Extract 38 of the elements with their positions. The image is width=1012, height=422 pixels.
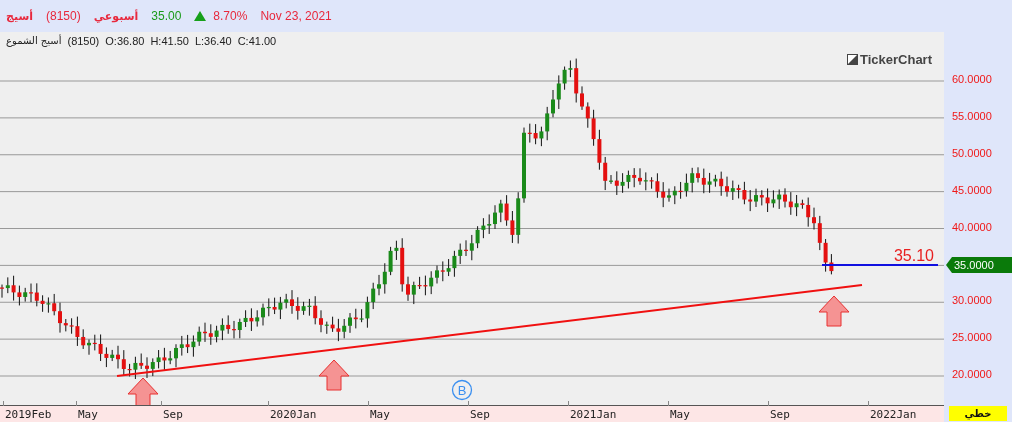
symbol-code: (8150) <box>46 9 81 23</box>
last-price: 35.00 <box>151 9 182 23</box>
change-percent: 8.70% <box>213 9 248 23</box>
up-arrow-icon <box>318 359 350 391</box>
up-arrow-icon <box>127 377 159 405</box>
symbol-name: أسيج <box>6 9 33 23</box>
axis-label: 60.0000 <box>952 73 992 85</box>
axis-label: 30.0000 <box>952 294 992 307</box>
price-tag: 35.0000 <box>946 257 1012 273</box>
ohlc-value: H:41.50 <box>150 35 189 47</box>
axis-label: 2019Feb <box>5 408 52 421</box>
logo-text: TickerChart <box>860 52 932 67</box>
axis-label: 20.0000 <box>952 368 992 380</box>
axis-label: 2022Jan <box>870 408 917 421</box>
axis-label: 40.0000 <box>952 220 992 233</box>
ohlc-value: L:36.40 <box>194 35 232 47</box>
axis-label: 2020Jan <box>270 408 317 421</box>
axis-label: Sep <box>770 408 790 421</box>
series-code: (8150) <box>67 35 100 47</box>
axis-label: May <box>78 408 98 421</box>
axis-label: 55.0000 <box>952 109 992 122</box>
interval-label: أسبوعي <box>93 9 139 23</box>
axis-label: 25.0000 <box>952 331 992 344</box>
axis-label: 50.0000 <box>952 146 992 159</box>
axis-label: 2021Jan <box>570 408 617 421</box>
axis-label: 45.0000 <box>952 183 992 196</box>
axis-label: Sep <box>163 408 183 421</box>
logo-icon <box>847 54 858 65</box>
ohlc-value: O:36.80 <box>105 35 145 47</box>
ohlc-value: C:41.00 <box>237 35 277 47</box>
series-name: أسيج الشموع <box>6 35 62 47</box>
up-arrow-icon <box>818 295 850 327</box>
line-price-label: 35.10 <box>893 247 934 264</box>
axis-label: May <box>370 408 390 421</box>
axis-label: Sep <box>470 408 490 421</box>
axis-label: May <box>670 408 690 421</box>
quote-date: Nov 23, 2021 <box>260 9 332 23</box>
chart-type-button[interactable]: خطي <box>949 406 1007 421</box>
